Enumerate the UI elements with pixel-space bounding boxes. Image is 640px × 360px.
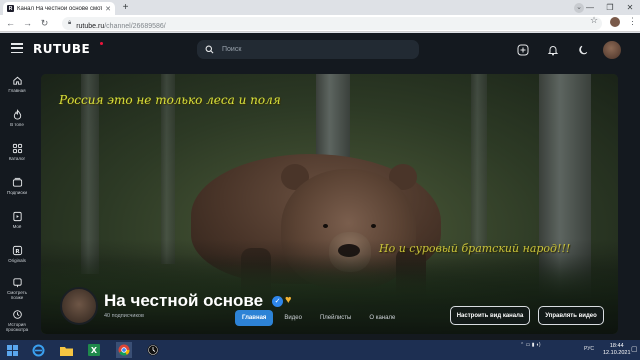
tab-close-icon[interactable]: ✕ bbox=[105, 5, 111, 13]
originals-icon: R bbox=[12, 245, 22, 256]
browser-menu-icon[interactable]: ⋮ bbox=[628, 16, 637, 27]
profile-avatar-icon[interactable] bbox=[610, 17, 620, 27]
tab-about[interactable]: О канале bbox=[362, 310, 402, 326]
reload-icon[interactable]: ↻ bbox=[39, 18, 50, 29]
windows-taskbar: X ⌃ ▭ ▮ ◖) РУС 18:44 12.10.2021 ▢ bbox=[0, 340, 640, 360]
subscriptions-icon bbox=[12, 177, 22, 187]
sidebar-item-subscriptions[interactable]: Подписки bbox=[0, 177, 34, 195]
chrome-taskbar-icon[interactable] bbox=[116, 342, 132, 358]
browser-tab[interactable]: R Канал На честной основе смот ✕ bbox=[3, 2, 115, 15]
minimize-icon[interactable]: — bbox=[580, 0, 600, 15]
back-icon[interactable]: ← bbox=[5, 18, 16, 29]
menu-burger-icon[interactable] bbox=[11, 43, 23, 53]
file-explorer-icon[interactable] bbox=[58, 342, 74, 358]
maximize-icon[interactable]: ❐ bbox=[600, 0, 620, 15]
clock-date: 12.10.2021 bbox=[603, 350, 631, 356]
sidebar-item-label: В топе bbox=[10, 122, 24, 127]
home-icon bbox=[12, 76, 22, 85]
clock-app-icon[interactable] bbox=[145, 342, 161, 358]
sidebar-item-label: Смотреть позже bbox=[6, 290, 28, 300]
url-field[interactable]: 🔒︎ rutube.ru/channel/26689586/ bbox=[62, 17, 602, 30]
sidebar-item-watch-later[interactable]: Смотреть позже bbox=[0, 277, 34, 300]
tab-home[interactable]: Главная bbox=[235, 310, 274, 326]
user-avatar[interactable] bbox=[603, 41, 621, 59]
tray-icons[interactable]: ⌃ ▭ ▮ ◖) bbox=[520, 342, 541, 348]
sidebar-item-top[interactable]: В топе bbox=[0, 109, 34, 127]
url-host: rutube.ru bbox=[76, 22, 105, 30]
rutube-favicon-icon: R bbox=[7, 5, 14, 12]
svg-text:X: X bbox=[91, 346, 98, 355]
ie-browser-icon[interactable] bbox=[30, 342, 46, 358]
theme-moon-icon[interactable] bbox=[577, 44, 589, 56]
banner-caption-bottom: Но и суровый братский народ!!! bbox=[379, 242, 571, 255]
channel-tabs: Главная Видео Плейлисты О канале bbox=[235, 310, 640, 326]
sidebar-item-label: Originals bbox=[8, 258, 26, 263]
sidebar-item-label: Моё bbox=[12, 224, 22, 229]
watch-later-icon bbox=[12, 278, 22, 288]
sidebar-item-my[interactable]: Моё bbox=[0, 211, 34, 229]
screen: R Канал На честной основе смот ✕ + ⌄ — ❐… bbox=[0, 0, 640, 360]
rutube-logo[interactable]: RUTUBE bbox=[33, 42, 90, 56]
my-icon bbox=[12, 211, 22, 222]
svg-text:R: R bbox=[15, 249, 20, 255]
address-bar: ← → ↻ 🔒︎ rutube.ru/channel/26689586/ ☆ ⋮ bbox=[0, 15, 640, 32]
site-header: RUTUBE bbox=[0, 33, 640, 67]
search-box[interactable] bbox=[197, 40, 419, 59]
upload-video-icon[interactable] bbox=[517, 44, 529, 56]
search-input[interactable] bbox=[222, 46, 402, 53]
channel-tabs-bar: Главная Видео Плейлисты О канале bbox=[0, 310, 640, 340]
search-icon bbox=[205, 45, 214, 54]
notifications-bell-icon[interactable] bbox=[547, 44, 559, 56]
tree-trunk bbox=[471, 74, 487, 254]
start-windows-icon[interactable] bbox=[4, 342, 20, 358]
keyboard-language[interactable]: РУС bbox=[584, 346, 594, 352]
notifications-icon[interactable]: ▢ bbox=[631, 345, 638, 353]
excel-icon[interactable]: X bbox=[86, 342, 102, 358]
sidebar-item-label: Подписки bbox=[7, 190, 27, 195]
tab-videos[interactable]: Видео bbox=[277, 310, 309, 326]
verified-check-icon: ✓ bbox=[272, 296, 283, 307]
channel-name: На честной основе bbox=[104, 291, 264, 310]
bear-eye bbox=[323, 224, 328, 228]
fire-icon bbox=[13, 109, 21, 120]
sidebar-item-label: Главная bbox=[8, 88, 26, 93]
tab-playlists[interactable]: Плейлисты bbox=[313, 310, 358, 326]
new-tab-button[interactable]: + bbox=[120, 3, 131, 14]
sidebar-item-label: Каталог bbox=[8, 156, 26, 161]
bookmark-star-icon[interactable]: ☆ bbox=[590, 15, 598, 26]
heart-icon: ♥ bbox=[285, 294, 292, 306]
catalog-icon bbox=[12, 143, 22, 154]
close-window-icon[interactable]: ✕ bbox=[620, 0, 640, 15]
bear-eye bbox=[371, 224, 376, 228]
system-clock[interactable]: 18:44 12.10.2021 bbox=[603, 343, 631, 357]
url-path: /channel/26689586/ bbox=[104, 22, 166, 30]
tab-title: Канал На честной основе смот bbox=[17, 5, 103, 12]
lock-icon: 🔒︎ bbox=[68, 20, 72, 26]
rutube-app: RUTUBE Главная В топе Каталог bbox=[0, 33, 640, 340]
banner-caption-top: Россия это не только леса и поля bbox=[59, 93, 281, 107]
channel-banner: Россия это не только леса и поля Но и су… bbox=[41, 74, 618, 334]
clock-time: 18:44 bbox=[609, 343, 624, 349]
forward-icon[interactable]: → bbox=[22, 18, 33, 29]
browser-tabstrip: R Канал На честной основе смот ✕ + ⌄ — ❐… bbox=[0, 0, 640, 15]
sidebar-item-catalog[interactable]: Каталог bbox=[0, 143, 34, 161]
sidebar-item-home[interactable]: Главная bbox=[0, 75, 34, 93]
sidebar-item-originals[interactable]: R Originals bbox=[0, 245, 34, 263]
logo-dot bbox=[100, 42, 103, 45]
sidebar: Главная В топе Каталог Подписки Моё R Or… bbox=[0, 67, 34, 340]
